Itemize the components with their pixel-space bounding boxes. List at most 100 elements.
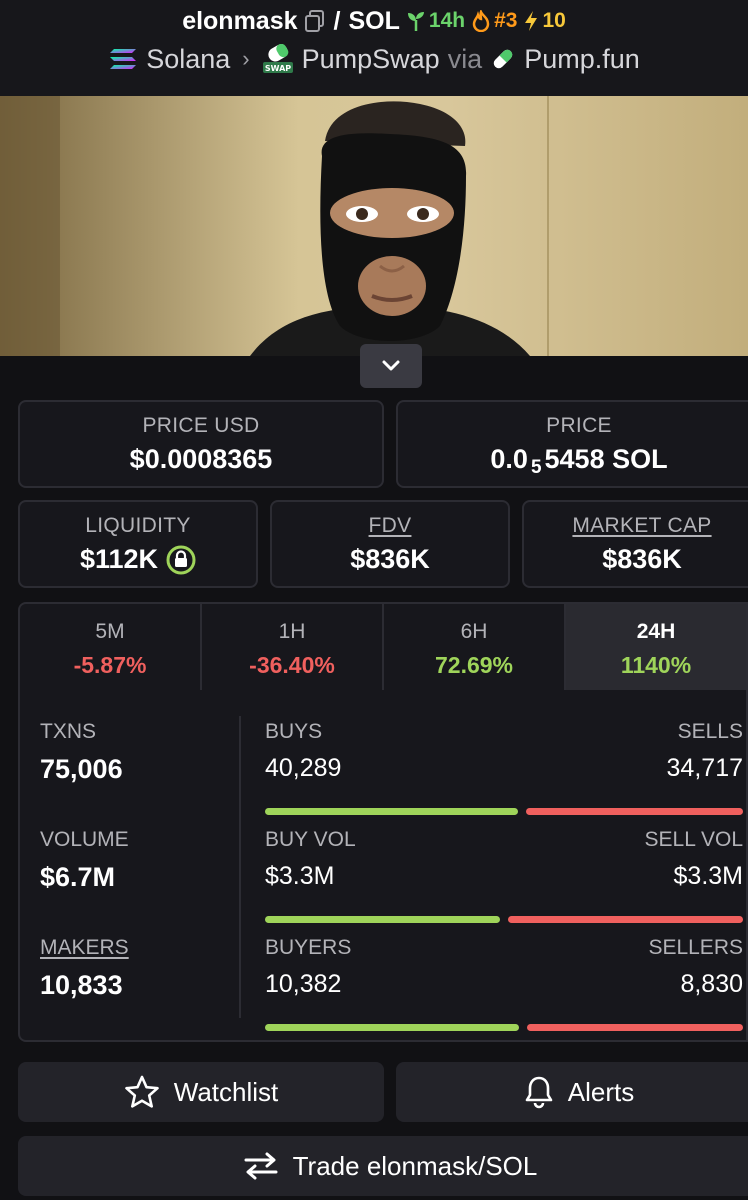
price-usd-value: $0.0008365 [129,444,273,474]
trade-stats-panel: TXNS 75,006 VOLUME $6.7M MAKERS 10,833 B… [18,690,748,1042]
breadcrumb-dex[interactable]: PumpSwap [302,44,440,75]
liquidity-value: $112K [79,544,159,574]
tab-6h[interactable]: 6H 72.69% [384,604,566,690]
buyers-ratio-fill [265,1024,520,1031]
tab-5m-change: -5.87% [73,652,147,678]
pill-icon [493,49,513,69]
tab-24h[interactable]: 24H 1140% [566,604,746,690]
sells-label: SELLS [677,720,743,743]
buy-vol-ratio-fill [265,916,500,923]
copy-icon[interactable] [304,9,326,33]
market-cap-label[interactable]: MARKET CAP [524,514,748,538]
token-banner-image [0,96,748,356]
liquidity-label: LIQUIDITY [85,514,191,537]
buyers-label: BUYERS [265,936,352,959]
trade-button[interactable]: Trade elonmask/SOL [18,1136,748,1196]
quote-symbol: SOL [348,6,400,35]
seedling-icon [407,12,424,31]
flame-icon [472,10,490,32]
price-sol-value: 0.0 5 5458 SOL [398,444,748,478]
pair-title-row: elonmask / SOL 14h #3 10 [0,4,748,38]
tab-6h-change: 72.69% [434,652,513,678]
boost-badge-text: 10 [542,9,566,32]
breadcrumb-chain[interactable]: Solana [146,44,230,75]
chevron-down-icon [382,360,400,371]
txns-stat: TXNS 75,006 [40,720,123,785]
makers-label[interactable]: MAKERS [40,936,129,960]
trade-label: Trade elonmask/SOL [292,1150,538,1181]
buy-vol-value: $3.3M [265,862,335,890]
buy-sell-volume-stat: BUY VOL $3.3M SELL VOL $3.3M [265,828,743,928]
alerts-button[interactable]: Alerts [396,1062,748,1122]
rank-badge-text: #3 [494,9,518,32]
breadcrumb: Solana › SWAP PumpSwap via Pump.fun [0,42,748,76]
sellers-ratio-fill [527,1024,743,1031]
tab-1h[interactable]: 1H -36.40% [202,604,384,690]
buys-sells-stat: BUYS 40,289 SELLS 34,717 [265,720,743,820]
stats-divider [239,716,241,1018]
tab-24h-label: 24H [636,620,676,643]
lock-icon[interactable] [166,545,196,575]
liquidity-card: LIQUIDITY $112K [18,500,258,588]
buys-sells-ratio-bar [265,808,743,815]
sellers-value: 8,830 [680,970,743,998]
svg-text:SWAP: SWAP [264,64,290,73]
sell-vol-label: SELL VOL [644,828,743,851]
makers-stat[interactable]: MAKERS 10,833 [40,936,129,1001]
makers-value: 10,833 [40,970,123,1000]
tab-24h-change: 1140% [620,652,692,678]
bell-icon [525,1076,553,1109]
alerts-label: Alerts [567,1076,635,1107]
liquidity-value-row: $112K [20,544,256,575]
price-sol-prefix: 0.0 [490,444,528,474]
buyers-sellers-stat: BUYERS 10,382 SELLERS 8,830 [265,936,743,1036]
price-sol-suffix: 5458 SOL [544,444,668,474]
pair-separator: / [333,6,341,35]
sell-vol-value: $3.3M [673,862,743,890]
txns-label: TXNS [40,720,97,743]
via-label: via [447,43,483,74]
lightning-icon [525,11,538,31]
buyers-sellers-ratio-bar [265,1024,743,1031]
volume-value: $6.7M [40,862,116,892]
chevron-right-icon: › [242,46,250,71]
pair-header: elonmask / SOL 14h #3 10 Solana › SWAP P… [0,0,748,96]
tab-1h-change: -36.40% [249,652,335,678]
token-symbol: elonmask [182,6,298,35]
volume-label: VOLUME [40,828,129,851]
tab-6h-label: 6H [460,620,488,643]
age-badge-text: 14h [428,9,466,32]
tab-5m-label: 5M [95,620,125,643]
buyers-value: 10,382 [265,970,342,998]
market-cap-value: $836K [602,544,682,574]
price-usd-label: PRICE USD [142,414,260,437]
market-cap-card[interactable]: MARKET CAP $836K [522,500,748,588]
buys-ratio-fill [265,808,518,815]
star-icon [124,1075,159,1108]
sells-value: 34,717 [666,754,743,782]
pumpswap-logo-icon: SWAP [262,44,293,73]
price-sol-label: PRICE [546,414,612,437]
buy-vol-label: BUY VOL [265,828,356,851]
tab-5m[interactable]: 5M -5.87% [20,604,202,690]
watchlist-label: Watchlist [173,1076,279,1107]
sell-vol-ratio-fill [508,916,743,923]
timeframe-tabs: 5M -5.87% 1H -36.40% 6H 72.69% 24H 1140% [18,602,748,690]
swap-arrows-icon [244,1152,278,1180]
price-sol-subscript: 5 [530,456,542,478]
watchlist-button[interactable]: Watchlist [18,1062,384,1122]
solana-logo-icon [110,49,137,69]
price-usd-card: PRICE USD $0.0008365 [18,400,384,488]
buys-label: BUYS [265,720,323,743]
volume-stat: VOLUME $6.7M [40,828,129,893]
tab-1h-label: 1H [278,620,306,643]
fdv-card[interactable]: FDV $836K [270,500,510,588]
volume-ratio-bar [265,916,743,923]
rank-badge[interactable]: #3 [471,9,517,33]
boost-badge[interactable]: 10 [523,9,566,33]
fdv-value: $836K [350,544,430,574]
fdv-label[interactable]: FDV [272,514,508,538]
breadcrumb-launchpad[interactable]: Pump.fun [524,44,640,75]
txns-value: 75,006 [40,754,123,784]
collapse-banner-button[interactable] [360,344,422,388]
